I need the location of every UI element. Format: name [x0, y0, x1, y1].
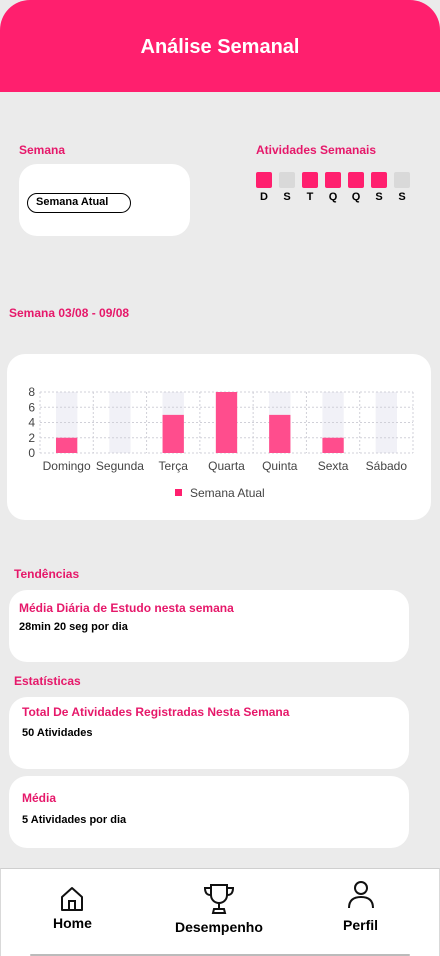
average-activities-value: 5 Atividades por dia: [22, 814, 127, 826]
week-range-label: Semana 03/08 - 09/08: [9, 306, 130, 320]
chart-x-tick-label: Domingo: [43, 459, 91, 473]
nav-desempenho[interactable]: Desempenho: [175, 882, 263, 935]
day-letter: S: [283, 191, 291, 203]
user-icon: [347, 881, 374, 909]
day-indicator: S: [371, 172, 387, 203]
nav-perfil-label: Perfil: [343, 917, 379, 933]
day-square: [256, 172, 272, 188]
weekly-bar-chart: 024 68 Domingo Segunda Terça Quarta Quinta Sext…: [28, 385, 414, 500]
day-letter: Q: [351, 191, 361, 203]
day-indicator: Q: [348, 172, 364, 203]
chart-legend-swatch: [175, 489, 182, 496]
chart-y-tick-label: 0: [28, 446, 35, 460]
bottom-navigation: Home Desempenho Perfil: [0, 868, 440, 956]
day-square: [325, 172, 341, 188]
nav-home[interactable]: Home: [53, 885, 92, 931]
day-indicator: S: [279, 172, 295, 203]
chart-legend-label: Semana Atual: [190, 486, 265, 500]
chart-y-tick-label: 6: [28, 400, 35, 414]
day-letter: Q: [328, 191, 338, 203]
chart-y-tick-label: 8: [28, 385, 35, 399]
chart-bar: [162, 414, 184, 453]
chart-bar: [55, 437, 78, 453]
chart-y-tick-label: 4: [28, 416, 35, 430]
nav-home-label: Home: [53, 915, 92, 931]
chart-x-tick-label: Quinta: [262, 459, 298, 473]
day-letter: S: [375, 191, 383, 203]
weekly-chart-card: 0 2 4 6 8 Domingo Segunda Terça Quarta Quinta Sext…: [7, 354, 431, 520]
day-letter: T: [306, 191, 314, 203]
day-indicator: S: [394, 172, 410, 203]
day-letter: S: [398, 191, 406, 203]
day-indicator: D: [256, 172, 272, 203]
day-square: [371, 172, 387, 188]
weekly-activities-label: Atividades Semanais: [256, 143, 377, 157]
week-selector-card: Semana Atual: [19, 164, 190, 236]
nav-desempenho-label: Desempenho: [175, 919, 263, 935]
chart-x-tick-label: Quarta: [208, 459, 245, 473]
chart-x-tick-label: Terça: [159, 459, 189, 473]
total-activities-value: 50 Atividades: [22, 727, 93, 739]
average-activities-title: Média: [22, 791, 57, 805]
day-square: [348, 172, 364, 188]
day-square: [302, 172, 318, 188]
total-activities-card: Total De Atividades Registradas Nesta Se…: [9, 697, 409, 769]
chart-bar: [322, 437, 344, 453]
app-header: Análise Semanal: [0, 0, 440, 92]
chart-x-tick-label: Segunda: [96, 459, 144, 473]
chart-bar: [269, 414, 291, 453]
day-indicator: Q: [325, 172, 341, 203]
trends-label: Tendências: [14, 567, 80, 581]
statistics-label: Estatísticas: [14, 674, 81, 688]
page-title: Análise Semanal: [140, 35, 300, 58]
chart-x-tick-label: Sábado: [366, 459, 408, 473]
day-square: [279, 172, 295, 188]
chart-x-tick-label: Sexta: [318, 459, 349, 473]
nav-perfil[interactable]: Perfil: [343, 879, 378, 933]
week-select[interactable]: Semana Atual: [27, 193, 131, 213]
daily-average-card: Média Diária de Estudo nesta semana 28mi…: [9, 590, 409, 662]
day-indicator: T: [302, 172, 318, 203]
weekly-activities-days: D S T Q Q S S: [256, 172, 410, 203]
average-activities-card: Média 5 Atividades por dia: [9, 776, 409, 848]
total-activities-title: Total De Atividades Registradas Nesta Se…: [22, 705, 290, 719]
chart-bar: [215, 392, 238, 453]
chart-y-tick-label: 2: [28, 431, 35, 445]
home-icon: [61, 887, 84, 911]
day-letter: D: [260, 191, 268, 203]
trophy-icon: [203, 884, 234, 914]
daily-average-value: 28min 20 seg por dia: [19, 621, 128, 633]
daily-average-title: Média Diária de Estudo nesta semana: [19, 601, 234, 615]
day-square: [394, 172, 410, 188]
week-label: Semana: [19, 143, 66, 157]
